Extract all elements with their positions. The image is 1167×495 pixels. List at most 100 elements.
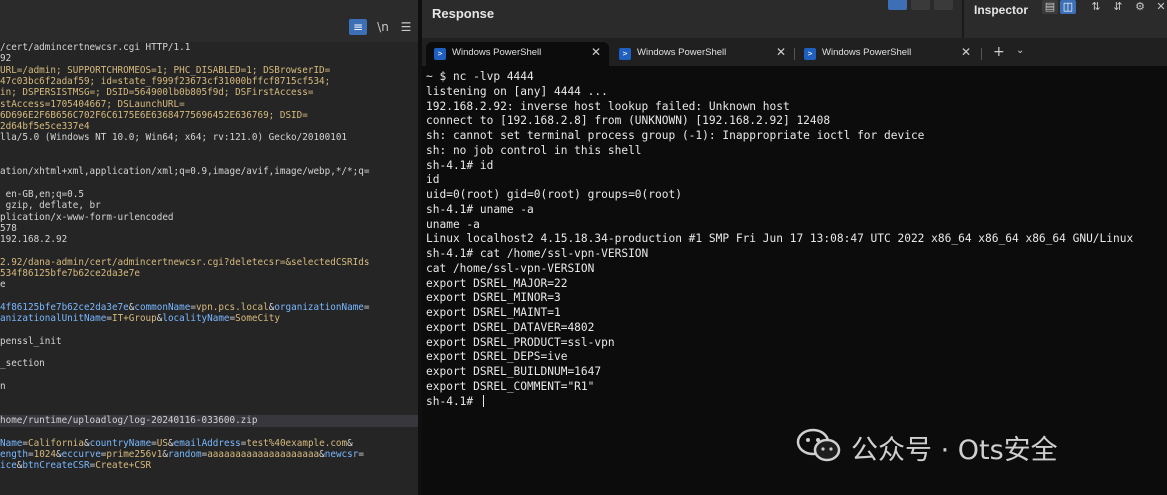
request-line: anizationalUnitName=IT+Group&localityNam… [0,313,280,325]
wechat-logo-icon [796,428,841,462]
show-newlines-button[interactable]: \n [374,19,392,35]
request-line: 4f86125bfe7b62ce2da3e7e&commonName=vpn.p… [0,301,370,313]
tab-label: Windows PowerShell [637,47,727,58]
terminal-line: listening on [any] 4444 ... [426,85,608,100]
layout-stacked-icon[interactable]: ▤ [1042,0,1058,14]
close-icon[interactable]: ✕ [591,45,601,59]
terminal-line: id [426,173,439,188]
tab-label: Windows PowerShell [822,47,912,58]
powershell-icon: > [619,48,631,60]
hamburger-menu-icon[interactable]: ☰ [397,19,415,35]
terminal-line-text: export DSREL_MAJOR=22 [426,276,568,290]
request-line: lla/5.0 (Windows NT 10.0; Win64; x64; rv… [0,132,348,144]
request-line: ength=1024&eccurve=prime256v1&random=aaa… [0,448,364,460]
request-line: 192.168.2.92 [0,234,68,246]
request-line: 534f86125bfe7b62ce2da3e7e [0,268,140,279]
request-line: ation/xhtml+xml,application/xml;q=0.9,im… [0,166,370,178]
terminal-line: cat /home/ssl-vpn-VERSION [426,262,594,277]
terminal-line-text: ~ $ nc -lvp 4444 [426,70,534,83]
request-editor-panel: ≡ \n ☰ /cert/admincertnewcsr.cgi HTTP/1.… [0,0,418,495]
request-line: _section [0,358,45,370]
terminal-line-text: uid=0(root) gid=0(root) groups=0(root) [426,188,682,201]
terminal-line-text: 192.168.2.92: inverse host lookup failed… [426,99,790,113]
request-line: in; DSPERSISTMSG=; DSID=564900lb0b805f9d… [0,87,314,99]
tab-separator [981,48,982,60]
terminal-line: export DSREL_DEPS=ive [426,350,567,365]
terminal-line-text: export DSREL_MINOR=3 [426,291,561,305]
request-line: /cert/admincertnewcsr.cgi HTTP/1.1 [0,42,191,53]
collapse-icon[interactable]: ⇵ [1110,0,1126,14]
request-line: gzip, deflate, br [0,200,101,212]
terminal-line-text: export DSREL_MAINT=1 [426,306,561,319]
terminal-line: ~ $ nc -lvp 4444 [426,70,534,85]
layout-split-vertical-icon[interactable] [911,0,930,10]
request-line: 2.92/dana-admin/cert/admincertnewcsr.cgi… [0,256,370,268]
terminal-tab-3[interactable]: > Windows PowerShell ✕ [796,42,979,66]
terminal-tab-2[interactable]: > Windows PowerShell ✕ [611,42,794,66]
terminal-tab-bar: > Windows PowerShell ✕ > Windows PowerSh… [422,38,1167,66]
request-line: home/runtime/uploadlog/log-20240116-0336… [0,414,418,427]
request-editor-toolbar: ≡ \n ☰ [0,0,418,42]
layout-side-icon[interactable]: ◫ [1060,0,1076,14]
terminal-line-text: export DSREL_COMMENT="R1" [426,379,595,393]
terminal-line: export DSREL_MINOR=3 [426,291,561,306]
chevron-down-icon[interactable]: ⌄ [1016,45,1024,56]
tab-label: Windows PowerShell [452,47,542,58]
terminal-line-text: sh-4.1# uname -a [426,202,534,216]
terminal-line-text: Linux localhost2 4.15.18.34-production #… [426,232,1134,246]
request-line: ice&btnCreateCSR=Create+CSR [0,460,152,472]
close-icon[interactable]: ✕ [961,45,971,59]
layout-split-horizontal-icon[interactable] [888,0,907,10]
terminal-line: export DSREL_MAINT=1 [426,306,561,321]
terminal-line: export DSREL_BUILDNUM=1647 [426,365,601,380]
request-line: 578 [0,222,17,234]
request-line: 47c03bc6f2adaf59; id=state_f999f23673cf3… [0,75,331,87]
request-line: plication/x-www-form-urlencoded [0,211,174,223]
terminal-line: sh-4.1# uname -a [426,203,534,218]
terminal-line: Linux localhost2 4.15.18.34-production #… [426,232,1133,247]
watermark-text: 公众号 · Ots安全 [851,435,1058,466]
expand-icon[interactable]: ⇅ [1088,0,1104,14]
terminal-line: sh-4.1# cat /home/ssl-vpn-VERSION [426,247,648,262]
close-icon[interactable]: ✕ [776,45,786,59]
terminal-line: export DSREL_COMMENT="R1" [426,380,594,395]
request-body[interactable]: /cert/admincertnewcsr.cgi HTTP/1.1 92 URL=… [0,42,418,495]
terminal-tab-1[interactable]: > Windows PowerShell ✕ [426,42,609,66]
terminal-line: sh-4.1# id [426,159,493,174]
terminal-line: uid=0(root) gid=0(root) groups=0(root) [426,188,682,203]
terminal-line: sh: cannot set terminal process group (-… [426,129,924,144]
powershell-icon: > [434,48,446,60]
terminal-line: export DSREL_DATAVER=4802 [426,321,594,336]
layout-single-icon[interactable] [934,0,953,10]
terminal-line-text: sh: no job control in this shell [426,143,642,157]
text-cursor [482,394,484,407]
terminal-line-text: export DSREL_DEPS=ive [426,350,568,364]
request-line: stAccess=1705404667; DSLaunchURL= [0,98,185,110]
inspector-title: Inspector [974,3,1029,17]
request-line: e [0,279,6,291]
terminal-line-text: cat /home/ssl-vpn-VERSION [426,261,595,275]
terminal-line-text: connect to [192.168.2.8] from (UNKNOWN) … [426,114,831,128]
terminal-line-text: listening on [any] 4444 ... [426,84,608,98]
terminal-line-text: sh-4.1# [426,394,480,408]
terminal-line-text: export DSREL_PRODUCT=ssl-vpn [426,335,615,349]
request-line: penssl_init [0,335,62,347]
terminal-line: connect to [192.168.2.8] from (UNKNOWN) … [426,114,830,129]
watermark: 公众号 · Ots安全 [795,424,1135,466]
new-tab-button[interactable]: + [993,44,1005,60]
terminal-line: uname -a [426,218,480,233]
request-line: 92 [0,53,12,65]
response-title: Response [432,6,495,21]
request-line: 2d64bf5e5ce337e4 [0,121,90,133]
terminal-line: export DSREL_MAJOR=22 [426,277,567,292]
request-line: Name=California&countryName=US&emailAddr… [0,437,353,449]
terminal-line-text: sh: cannot set terminal process group (-… [426,129,925,142]
terminal-line: 192.168.2.92: inverse host lookup failed… [426,100,790,115]
request-line: n [0,381,6,392]
wrap-lines-icon[interactable]: ≡ [349,19,367,35]
close-icon[interactable]: ✕ [1153,0,1167,14]
terminal-line-text: id [426,173,440,187]
terminal-prompt-line: sh-4.1# [426,394,484,410]
gear-icon[interactable]: ⚙ [1132,0,1148,14]
terminal-line-text: uname -a [426,217,480,231]
